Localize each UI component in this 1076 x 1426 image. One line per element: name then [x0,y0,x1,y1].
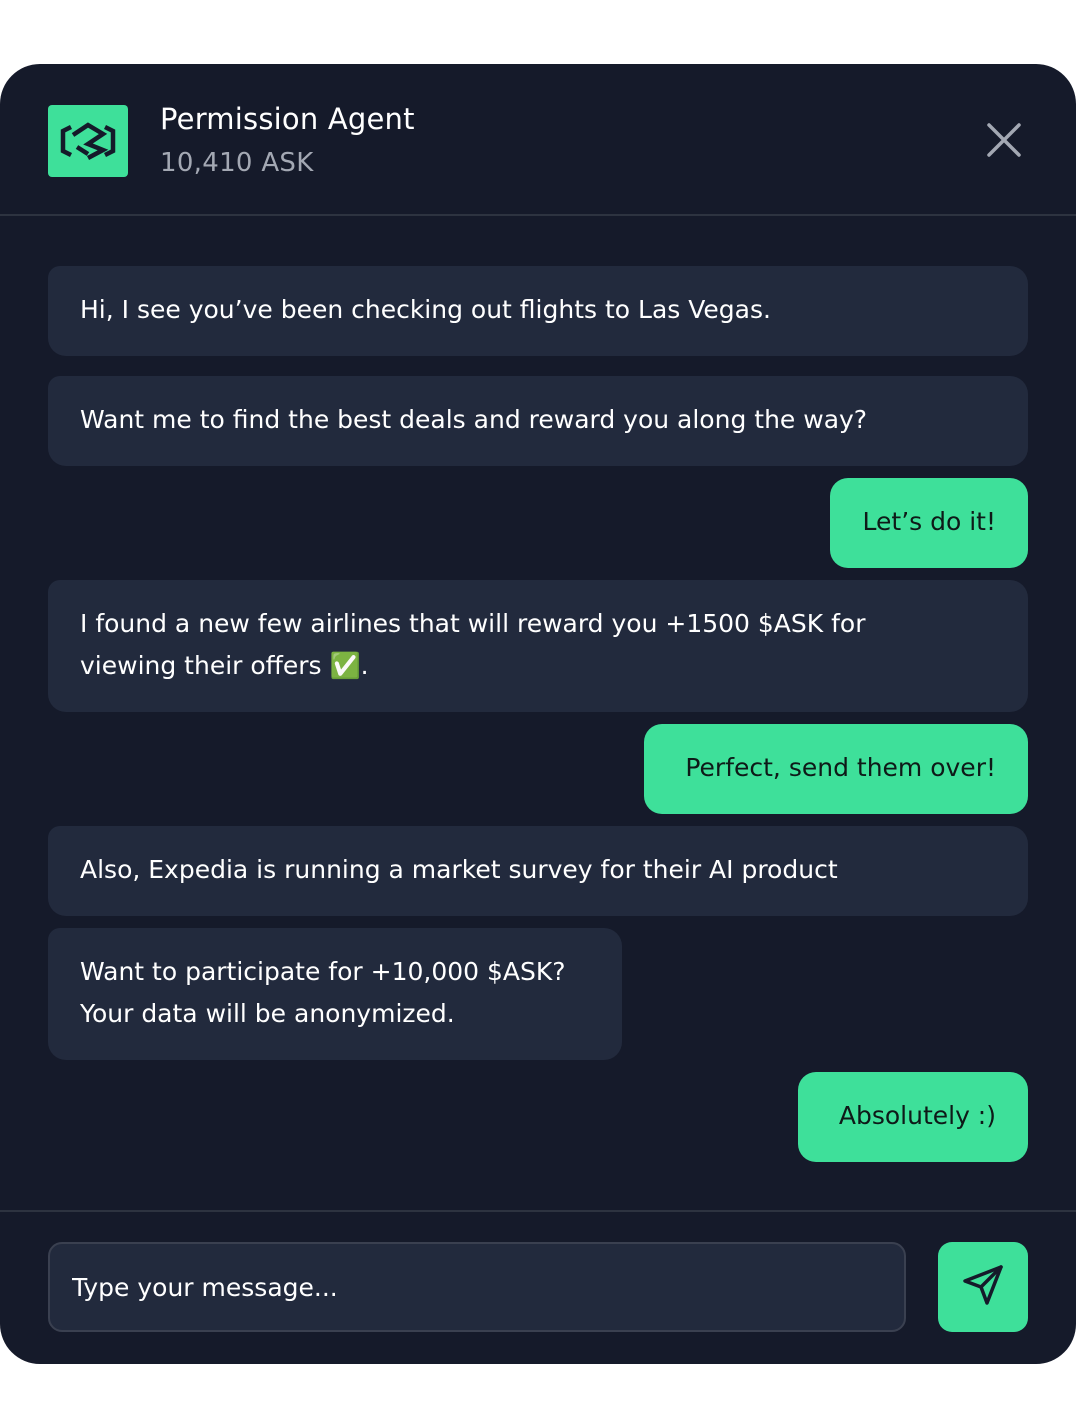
message-composer [0,1210,1076,1364]
send-icon [961,1263,1005,1311]
agent-message: Want me to find the best deals and rewar… [48,376,1028,466]
user-message: Perfect, send them over! [644,724,1028,814]
close-icon [986,122,1022,162]
agent-message: Want to participate for +10,000 $ASK? Yo… [48,928,622,1060]
chat-header: Permission Agent 10,410 ASK [0,64,1076,216]
permission-logo-icon [48,105,128,177]
user-message: Absolutely :) [798,1072,1028,1162]
agent-message: Also, Expedia is running a market survey… [48,826,1028,916]
agent-name: Permission Agent [160,102,415,136]
agent-balance: 10,410 ASK [160,148,314,178]
agent-message: I found a new few airlines that will rew… [48,580,1028,712]
user-message: Let’s do it! [830,478,1028,568]
send-button[interactable] [938,1242,1028,1332]
chat-window: Permission Agent 10,410 ASK Hi, I see yo… [0,64,1076,1364]
message-input[interactable] [48,1242,906,1332]
close-button[interactable] [980,118,1028,166]
agent-message: Hi, I see you’ve been checking out fligh… [48,266,1028,356]
message-list: Hi, I see you’ve been checking out fligh… [0,216,1076,1210]
